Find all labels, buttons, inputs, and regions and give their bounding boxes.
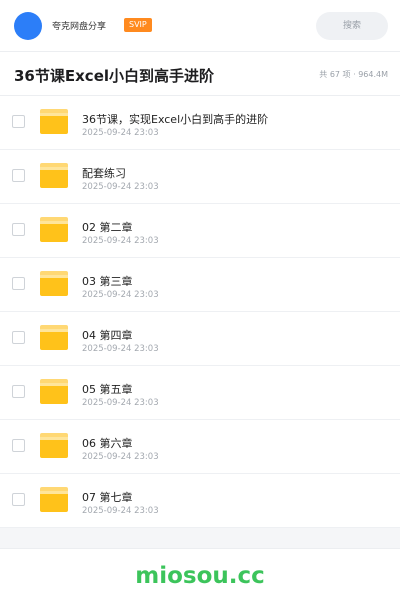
file-name: 07 第七章	[82, 491, 133, 504]
avatar[interactable]	[14, 12, 42, 40]
folder-icon	[40, 325, 68, 350]
file-list: 36节课，实现Excel小白到高手的进阶 2025-09-24 23:03 配套…	[0, 96, 400, 528]
svip-badge: SVIP	[124, 18, 152, 32]
watermark: miosou.cc	[135, 563, 265, 589]
footer: miosou.cc	[0, 548, 400, 600]
file-date: 2025-09-24 23:03	[82, 236, 159, 246]
list-item[interactable]: 配套练习 2025-09-24 23:03	[0, 150, 400, 204]
file-date: 2025-09-24 23:03	[82, 290, 159, 300]
list-item[interactable]: 03 第三章 2025-09-24 23:03	[0, 258, 400, 312]
file-date: 2025-09-24 23:03	[82, 506, 159, 516]
select-checkbox[interactable]	[12, 223, 25, 236]
file-date: 2025-09-24 23:03	[82, 182, 159, 192]
search-button[interactable]: 搜索	[316, 12, 388, 40]
file-date: 2025-09-24 23:03	[82, 128, 159, 138]
item-count-size: 共 67 项 · 964.4M	[319, 70, 388, 79]
folder-icon	[40, 433, 68, 458]
file-name: 04 第四章	[82, 329, 133, 342]
list-item[interactable]: 02 第二章 2025-09-24 23:03	[0, 204, 400, 258]
file-name: 06 第六章	[82, 437, 133, 450]
file-date: 2025-09-24 23:03	[82, 344, 159, 354]
folder-icon	[40, 109, 68, 134]
file-date: 2025-09-24 23:03	[82, 452, 159, 462]
list-item[interactable]: 36节课，实现Excel小白到高手的进阶 2025-09-24 23:03	[0, 96, 400, 150]
select-checkbox[interactable]	[12, 439, 25, 452]
list-item[interactable]: 05 第五章 2025-09-24 23:03	[0, 366, 400, 420]
file-name: 03 第三章	[82, 275, 133, 288]
folder-icon	[40, 487, 68, 512]
file-name: 36节课，实现Excel小白到高手的进阶	[82, 113, 269, 126]
select-checkbox[interactable]	[12, 331, 25, 344]
list-item[interactable]: 06 第六章 2025-09-24 23:03	[0, 420, 400, 474]
title-bar: 36节课Excel小白到高手进阶 共 67 项 · 964.4M	[0, 52, 400, 96]
username: 夸克网盘分享	[52, 22, 107, 32]
list-item[interactable]: 07 第七章 2025-09-24 23:03	[0, 474, 400, 528]
folder-icon	[40, 163, 68, 188]
select-checkbox[interactable]	[12, 385, 25, 398]
file-date: 2025-09-24 23:03	[82, 398, 159, 408]
list-item[interactable]: 04 第四章 2025-09-24 23:03	[0, 312, 400, 366]
select-checkbox[interactable]	[12, 277, 25, 290]
top-bar: 夸克网盘分享 SVIP 搜索	[0, 0, 400, 52]
folder-icon	[40, 217, 68, 242]
folder-icon	[40, 379, 68, 404]
file-name: 02 第二章	[82, 221, 133, 234]
folder-icon	[40, 271, 68, 296]
select-checkbox[interactable]	[12, 169, 25, 182]
select-checkbox[interactable]	[12, 115, 25, 128]
file-name: 05 第五章	[82, 383, 133, 396]
page-title: 36节课Excel小白到高手进阶	[14, 67, 215, 85]
file-name: 配套练习	[82, 167, 126, 180]
select-checkbox[interactable]	[12, 493, 25, 506]
